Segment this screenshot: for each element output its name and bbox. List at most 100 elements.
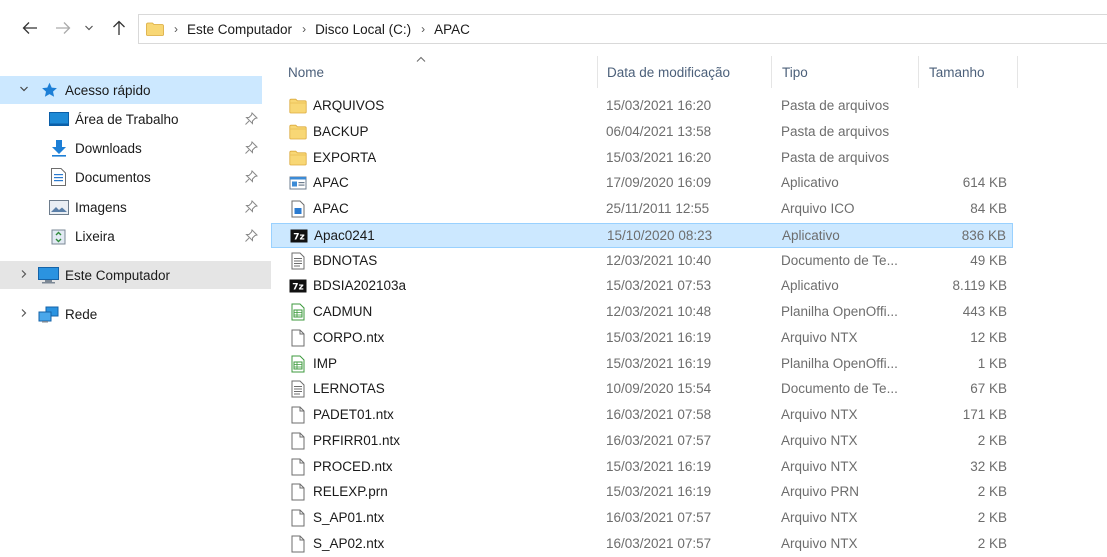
- pin-icon[interactable]: [244, 200, 258, 214]
- column-header-date[interactable]: Data de modificação: [597, 56, 771, 88]
- file-type: Arquivo NTX: [781, 432, 858, 448]
- sidebar-item-label: Área de Trabalho: [75, 111, 179, 127]
- text-document-icon: [289, 380, 307, 398]
- file-size: 836 KB: [961, 227, 1006, 243]
- file-type: Arquivo ICO: [781, 201, 855, 216]
- breadcrumb-local-disk[interactable]: Disco Local (C:): [315, 22, 411, 37]
- file-date: 12/03/2021 10:48: [606, 304, 712, 319]
- breadcrumb-chevron-icon[interactable]: ›: [302, 22, 306, 36]
- breadcrumb-apac[interactable]: APAC: [434, 22, 470, 37]
- pin-icon[interactable]: [244, 170, 258, 184]
- file-size: [917, 146, 1007, 169]
- column-header-name[interactable]: Nome: [278, 56, 596, 88]
- file-type: Arquivo NTX: [781, 535, 858, 551]
- file-row[interactable]: APAC 25/11/2011 12:55 Arquivo ICO 84 KB: [271, 197, 1013, 222]
- sidebar-item-downloads[interactable]: Downloads: [0, 134, 262, 162]
- file-icon: [289, 432, 307, 450]
- file-type: Aplicativo: [781, 175, 839, 191]
- sidebar-item-recycle-bin[interactable]: Lixeira: [0, 222, 262, 250]
- back-button[interactable]: [20, 18, 40, 38]
- expand-chevron-icon[interactable]: [18, 308, 30, 321]
- 7zip-icon: 7z: [290, 227, 308, 245]
- pin-icon[interactable]: [244, 229, 258, 243]
- file-icon: [289, 406, 307, 424]
- desktop-icon: [49, 112, 69, 126]
- file-row[interactable]: CADMUN 12/03/2021 10:48 Planilha OpenOffi.…: [271, 300, 1013, 325]
- file-row[interactable]: 7z BDSIA202103a 15/03/2021 07:53 Aplicativo…: [271, 274, 1013, 299]
- file-row[interactable]: RELEXP.prn 15/03/2021 16:19 Arquivo PRN 2 K…: [271, 480, 1013, 505]
- recent-locations-button[interactable]: [82, 18, 96, 38]
- file-size: 171 KB: [962, 407, 1007, 422]
- file-row[interactable]: PROCED.ntx 15/03/2021 16:19 Arquivo NTX 32 …: [271, 455, 1013, 480]
- file-size: 84 KB: [970, 201, 1007, 216]
- file-row[interactable]: ARQUIVOS 15/03/2021 16:20 Pasta de arquivo…: [271, 94, 1013, 119]
- file-row[interactable]: S_AP01.ntx 16/03/2021 07:57 Arquivo NTX 2 K…: [271, 506, 1013, 531]
- file-type: Arquivo NTX: [781, 510, 858, 525]
- file-row[interactable]: IMP 15/03/2021 16:19 Planilha OpenOffi... 1…: [271, 352, 1013, 377]
- column-header-type[interactable]: Tipo: [772, 56, 918, 88]
- column-divider[interactable]: [1017, 56, 1018, 88]
- file-date: 15/03/2021 16:19: [606, 484, 712, 500]
- sidebar-item-quick-access[interactable]: Acesso rápido: [0, 76, 262, 104]
- file-row[interactable]: LERNOTAS 10/09/2020 15:54 Documento de Te.…: [271, 377, 1013, 402]
- file-date: 16/03/2021 07:57: [606, 510, 712, 525]
- pictures-icon: [49, 200, 69, 215]
- file-date: 16/03/2021 07:57: [606, 432, 712, 448]
- file-row[interactable]: PADET01.ntx 16/03/2021 07:58 Arquivo NTX 17…: [271, 403, 1013, 428]
- file-row[interactable]: PRFIRR01.ntx 16/03/2021 07:57 Arquivo NTX 2…: [271, 429, 1013, 454]
- sidebar-item-label: Imagens: [75, 199, 127, 215]
- file-name: EXPORTA: [313, 149, 377, 165]
- file-date: 06/04/2021 13:58: [606, 123, 712, 139]
- file-type: Pasta de arquivos: [781, 98, 890, 113]
- file-row[interactable]: APAC 17/09/2020 16:09 Aplicativo 614 KB: [271, 171, 1013, 196]
- file-row[interactable]: 7z Apac0241 15/10/2020 08:23 Aplicativo 836 …: [271, 222, 1013, 248]
- address-bar[interactable]: › Este Computador › Disco Local (C:) › A…: [138, 14, 1107, 44]
- sidebar-item-desktop[interactable]: Área de Trabalho: [0, 105, 262, 133]
- file-size: [917, 120, 1007, 143]
- file-name: IMP: [313, 355, 338, 371]
- file-size: 2 KB: [977, 510, 1007, 525]
- file-row[interactable]: S_AP02.ntx 16/03/2021 07:57 Arquivo NTX 2 K…: [271, 532, 1013, 557]
- pin-icon[interactable]: [244, 112, 258, 126]
- file-date: 16/03/2021 07:57: [606, 535, 712, 551]
- column-header-size[interactable]: Tamanho: [919, 56, 1017, 88]
- breadcrumb-this-pc[interactable]: Este Computador: [187, 22, 292, 37]
- file-date: 15/03/2021 07:53: [606, 278, 712, 294]
- up-button[interactable]: [109, 18, 129, 38]
- file-size: 67 KB: [970, 381, 1007, 397]
- file-name: BDNOTAS: [313, 252, 378, 268]
- pin-icon[interactable]: [244, 141, 258, 155]
- file-date: 15/03/2021 16:19: [606, 458, 712, 474]
- file-name: APAC: [313, 201, 349, 216]
- file-row[interactable]: BDNOTAS 12/03/2021 10:40 Documento de Te..…: [271, 249, 1013, 274]
- sidebar-item-network[interactable]: Rede: [0, 300, 262, 328]
- file-type: Arquivo NTX: [781, 329, 858, 345]
- file-name: APAC: [313, 175, 349, 191]
- file-size: 49 KB: [970, 252, 1007, 268]
- file-icon: [289, 329, 307, 347]
- file-date: 12/03/2021 10:40: [606, 252, 712, 268]
- file-icon: [289, 509, 307, 527]
- forward-button[interactable]: [53, 18, 73, 38]
- file-type: Documento de Te...: [781, 252, 898, 268]
- sidebar-item-documents[interactable]: Documentos: [0, 163, 262, 191]
- sidebar-item-label: Lixeira: [75, 228, 115, 244]
- file-size: 32 KB: [970, 458, 1007, 474]
- file-date: 16/03/2021 07:58: [606, 407, 712, 422]
- expand-chevron-icon[interactable]: [18, 84, 30, 96]
- file-date: 15/03/2021 16:20: [606, 149, 712, 165]
- breadcrumb-chevron-icon[interactable]: ›: [421, 22, 425, 36]
- documents-icon: [51, 168, 66, 186]
- file-size: 443 KB: [962, 304, 1007, 319]
- expand-chevron-icon[interactable]: [18, 269, 30, 282]
- file-row[interactable]: CORPO.ntx 15/03/2021 16:19 Arquivo NTX 12 K…: [271, 326, 1013, 351]
- file-row[interactable]: EXPORTA 15/03/2021 16:20 Pasta de arquivos: [271, 146, 1013, 171]
- spreadsheet-icon: [289, 355, 307, 373]
- file-date: 15/03/2021 16:20: [606, 98, 712, 113]
- file-row[interactable]: BACKUP 06/04/2021 13:58 Pasta de arquivos: [271, 120, 1013, 145]
- sidebar-item-pictures[interactable]: Imagens: [0, 193, 262, 221]
- file-name: PRFIRR01.ntx: [313, 432, 401, 448]
- sidebar-item-this-pc[interactable]: Este Computador: [0, 261, 271, 289]
- file-type: Arquivo PRN: [781, 484, 860, 500]
- breadcrumb-chevron-icon[interactable]: ›: [174, 22, 178, 36]
